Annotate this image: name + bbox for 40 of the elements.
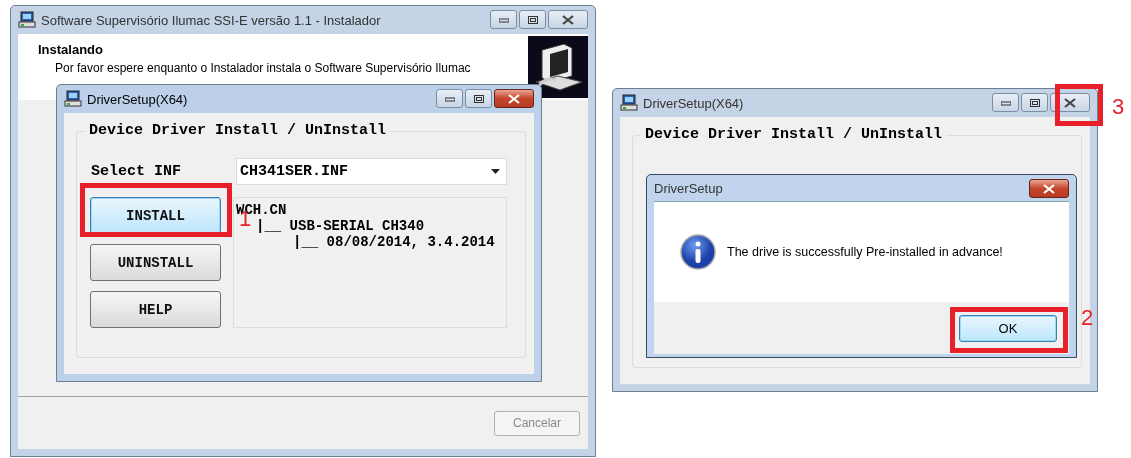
maximize-icon bbox=[473, 94, 484, 103]
driver-button[interactable]: INSTALL bbox=[90, 197, 221, 234]
minimize-icon bbox=[1000, 99, 1011, 106]
computer-icon bbox=[18, 11, 36, 29]
maximize-button[interactable] bbox=[519, 10, 546, 29]
message-text: The drive is successfully Pre-installed in advance! bbox=[727, 245, 1003, 259]
close-icon bbox=[1043, 183, 1055, 194]
computer-icon bbox=[620, 94, 638, 112]
setup-icon bbox=[528, 36, 588, 98]
close-icon bbox=[508, 93, 520, 104]
computer-icon bbox=[64, 90, 82, 108]
close-icon bbox=[562, 14, 574, 25]
step-number: 2 bbox=[1081, 306, 1094, 330]
info-icon bbox=[680, 234, 716, 270]
step-number: 3 bbox=[1112, 95, 1125, 119]
dialog-title: DriverSetup bbox=[654, 180, 723, 196]
ok-button[interactable]: OK bbox=[959, 314, 1057, 342]
close-button[interactable] bbox=[548, 10, 588, 29]
driver-button[interactable]: HELP bbox=[90, 291, 221, 328]
window-title: Software Supervisório Ilumac SSI-E versão 1.1 - Instalador bbox=[41, 12, 381, 28]
driver-button[interactable]: UNINSTALL bbox=[90, 244, 221, 281]
dropdown-arrow-icon bbox=[491, 169, 500, 174]
info-line: |__ 08/08/2014, 3.4.2014 bbox=[293, 234, 495, 250]
close-icon bbox=[1064, 97, 1076, 108]
subtitle: Por favor espere enquanto o Instalador instala o Software Supervisório Ilumac bbox=[54, 61, 471, 75]
select-label: Select INF bbox=[90, 163, 182, 180]
close-button[interactable] bbox=[1029, 179, 1069, 198]
highlight-frame bbox=[1055, 84, 1103, 126]
maximize-icon bbox=[527, 15, 538, 24]
window-title: DriverSetup(X64) bbox=[87, 91, 188, 107]
maximize-button[interactable] bbox=[465, 89, 492, 108]
window-title: DriverSetup(X64) bbox=[643, 95, 744, 111]
inf-dropdown[interactable]: CH341SER.INF bbox=[236, 158, 507, 185]
close-button[interactable] bbox=[494, 89, 534, 108]
maximize-button[interactable] bbox=[1021, 93, 1048, 112]
maximize-icon bbox=[1029, 98, 1040, 107]
heading: Instalando bbox=[38, 42, 104, 57]
minimize-icon bbox=[498, 16, 509, 23]
info-line: |__ USB-SERIAL CH340 bbox=[256, 218, 425, 234]
minimize-icon bbox=[444, 95, 455, 102]
